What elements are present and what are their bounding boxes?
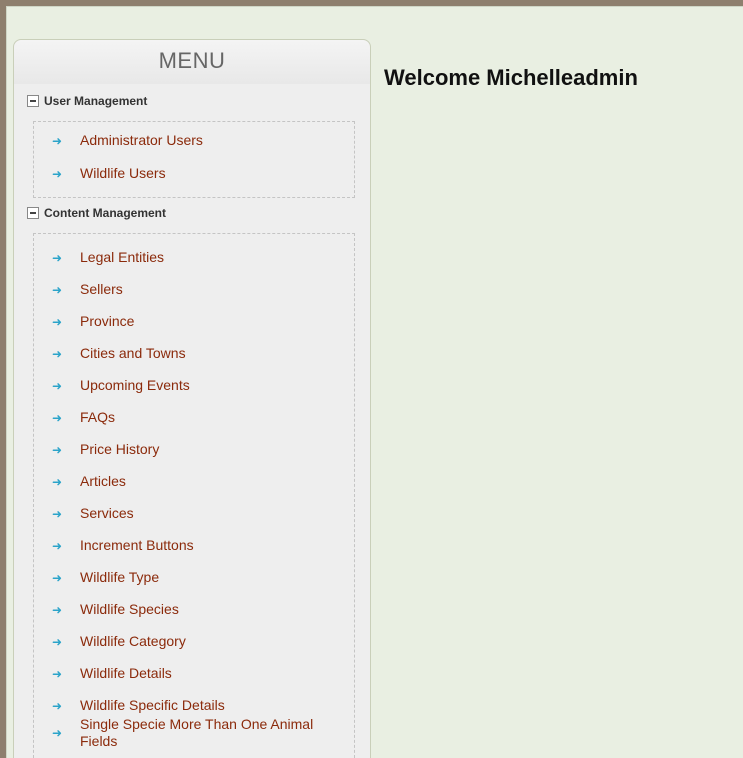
arrow-right-icon: ➜: [51, 666, 63, 681]
collapse-icon[interactable]: [27, 95, 39, 107]
arrow-right-icon: ➜: [51, 474, 63, 489]
menu-title: MENU: [14, 40, 370, 84]
arrow-right-icon: ➜: [51, 250, 63, 265]
arrow-right-icon: ➜: [51, 538, 63, 553]
menu-item-label: Increment Buttons: [80, 537, 194, 553]
arrow-right-icon: ➜: [51, 570, 63, 585]
arrow-right-icon: ➜: [51, 378, 63, 393]
menu-item-label: Legal Entities: [80, 249, 165, 265]
arrow-right-icon: ➜: [51, 634, 63, 649]
section-user-management[interactable]: User Management: [27, 93, 147, 109]
arrow-right-icon: ➜: [51, 506, 63, 521]
menu-item-wildlife-details[interactable]: ➜ Wildlife Details: [34, 665, 354, 682]
arrow-right-icon: ➜: [51, 602, 63, 617]
menu-item-label: Single Specie More Than One Animal Field…: [80, 716, 314, 749]
user-management-list: ➜ Administrator Users ➜ Wildlife Users: [33, 121, 355, 198]
menu-item-label: Upcoming Events: [80, 377, 190, 393]
menu-item-wildlife-specific-details[interactable]: ➜ Wildlife Specific Details: [34, 697, 354, 714]
menu-item-label: Price History: [80, 441, 160, 457]
menu-item-label: Cities and Towns: [80, 345, 186, 361]
menu-item-single-specie-fields[interactable]: ➜ Single Specie More Than One Animal Fie…: [34, 716, 334, 750]
menu-item-label: Province: [80, 313, 135, 329]
section-content-management[interactable]: Content Management: [27, 205, 166, 221]
menu-item-label: Wildlife Users: [80, 165, 166, 181]
menu-item-label: Wildlife Species: [80, 601, 179, 617]
arrow-right-icon: ➜: [51, 726, 63, 740]
menu-item-label: Articles: [80, 473, 126, 489]
menu-item-wildlife-type[interactable]: ➜ Wildlife Type: [34, 569, 354, 586]
menu-item-services[interactable]: ➜ Services: [34, 505, 354, 522]
menu-item-cities-and-towns[interactable]: ➜ Cities and Towns: [34, 345, 354, 362]
arrow-right-icon: ➜: [51, 410, 63, 425]
menu-item-label: Administrator Users: [80, 132, 203, 148]
menu-item-faqs[interactable]: ➜ FAQs: [34, 409, 354, 426]
menu-item-label: Wildlife Type: [80, 569, 160, 585]
menu-item-label: Sellers: [80, 281, 123, 297]
arrow-right-icon: ➜: [51, 282, 63, 297]
menu-item-administrator-users[interactable]: ➜ Administrator Users: [34, 132, 354, 149]
section-title-label: User Management: [44, 94, 148, 108]
arrow-right-icon: ➜: [51, 133, 63, 148]
menu-item-label: Wildlife Details: [80, 665, 172, 681]
menu-item-province[interactable]: ➜ Province: [34, 313, 354, 330]
menu-item-wildlife-species[interactable]: ➜ Wildlife Species: [34, 601, 354, 618]
menu-item-articles[interactable]: ➜ Articles: [34, 473, 354, 490]
menu-item-label: Wildlife Category: [80, 633, 186, 649]
arrow-right-icon: ➜: [51, 442, 63, 457]
welcome-heading: Welcome Michelleadmin: [384, 65, 638, 90]
section-title-label: Content Management: [44, 206, 167, 220]
menu-panel: MENU User Management ➜ Administrator Use…: [13, 39, 371, 758]
menu-item-label: Services: [80, 505, 134, 521]
menu-item-wildlife-users[interactable]: ➜ Wildlife Users: [34, 165, 354, 182]
content-management-list: ➜ Legal Entities ➜ Sellers ➜ Province ➜ …: [33, 233, 355, 758]
menu-item-label: FAQs: [80, 409, 116, 425]
menu-item-sellers[interactable]: ➜ Sellers: [34, 281, 354, 298]
collapse-icon[interactable]: [27, 207, 39, 219]
menu-item-wildlife-category[interactable]: ➜ Wildlife Category: [34, 633, 354, 650]
menu-item-label: Wildlife Specific Details: [80, 697, 225, 713]
arrow-right-icon: ➜: [51, 314, 63, 329]
menu-item-legal-entities[interactable]: ➜ Legal Entities: [34, 249, 354, 266]
menu-item-increment-buttons[interactable]: ➜ Increment Buttons: [34, 537, 354, 554]
menu-item-price-history[interactable]: ➜ Price History: [34, 441, 354, 458]
arrow-right-icon: ➜: [51, 346, 63, 361]
page-content: MENU User Management ➜ Administrator Use…: [6, 6, 743, 758]
arrow-right-icon: ➜: [51, 698, 63, 713]
arrow-right-icon: ➜: [51, 166, 63, 181]
menu-item-upcoming-events[interactable]: ➜ Upcoming Events: [34, 377, 354, 394]
